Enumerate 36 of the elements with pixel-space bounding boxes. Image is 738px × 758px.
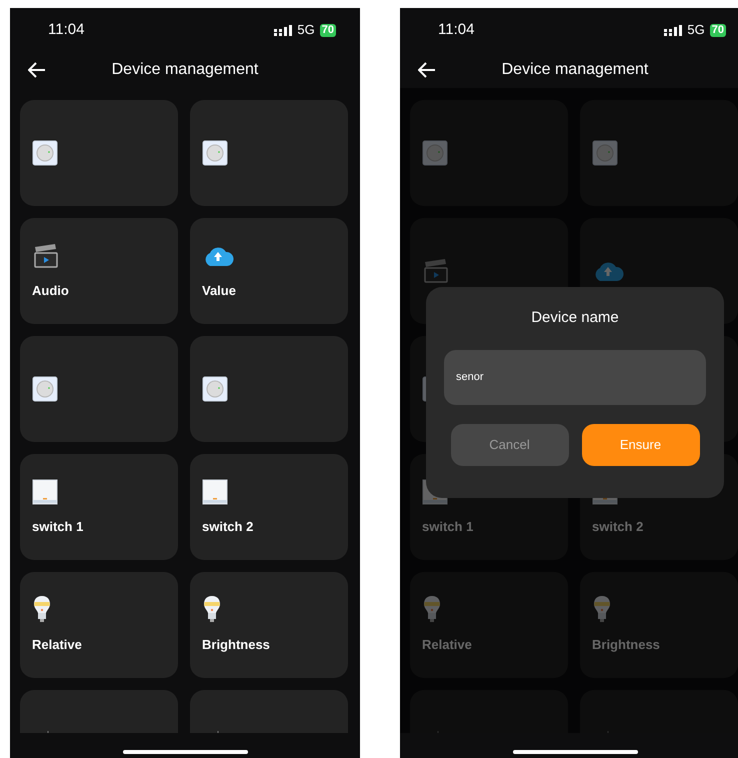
dialog-title: Device name xyxy=(531,308,619,328)
network-label: 5G xyxy=(687,21,705,40)
device-card[interactable]: Audio xyxy=(20,218,178,324)
device-name: Brightness xyxy=(592,636,661,654)
back-arrow-icon[interactable] xyxy=(418,62,436,78)
device-card[interactable]: Value xyxy=(190,218,348,324)
device-card[interactable]: Brightness xyxy=(190,572,348,678)
device-name: switch 1 xyxy=(32,518,84,536)
network-label: 5G xyxy=(297,21,315,40)
device-name-field[interactable]: senor xyxy=(444,350,706,404)
device-card[interactable] xyxy=(20,336,178,442)
clapperboard-icon xyxy=(422,258,450,284)
device-card[interactable]: switch 1 xyxy=(20,454,178,560)
device-name: switch 2 xyxy=(592,518,644,536)
device-name: switch 2 xyxy=(202,518,254,536)
device-card[interactable]: switch 2 xyxy=(190,454,348,560)
device-name: Relative xyxy=(422,636,473,654)
device-name: Audio xyxy=(32,282,70,300)
status-time: 11:04 xyxy=(438,20,474,40)
device-name: Relative xyxy=(32,636,83,654)
page-title: Device management xyxy=(502,60,648,80)
device-card[interactable]: Relative xyxy=(20,572,178,678)
device-name: Brightness xyxy=(202,636,271,654)
page-title: Device management xyxy=(112,60,258,80)
device-card[interactable] xyxy=(190,100,348,206)
clapperboard-icon xyxy=(32,243,60,270)
battery-indicator: 70 xyxy=(320,24,336,36)
status-time: 11:04 xyxy=(48,20,84,40)
device-name: Value xyxy=(202,282,237,300)
battery-indicator: 70 xyxy=(710,24,726,36)
device-name: switch 1 xyxy=(422,518,474,536)
signal-icon xyxy=(274,24,292,36)
device-card[interactable] xyxy=(190,336,348,442)
back-arrow-icon[interactable] xyxy=(28,62,46,78)
device-card[interactable] xyxy=(20,100,178,206)
signal-icon xyxy=(664,24,682,36)
